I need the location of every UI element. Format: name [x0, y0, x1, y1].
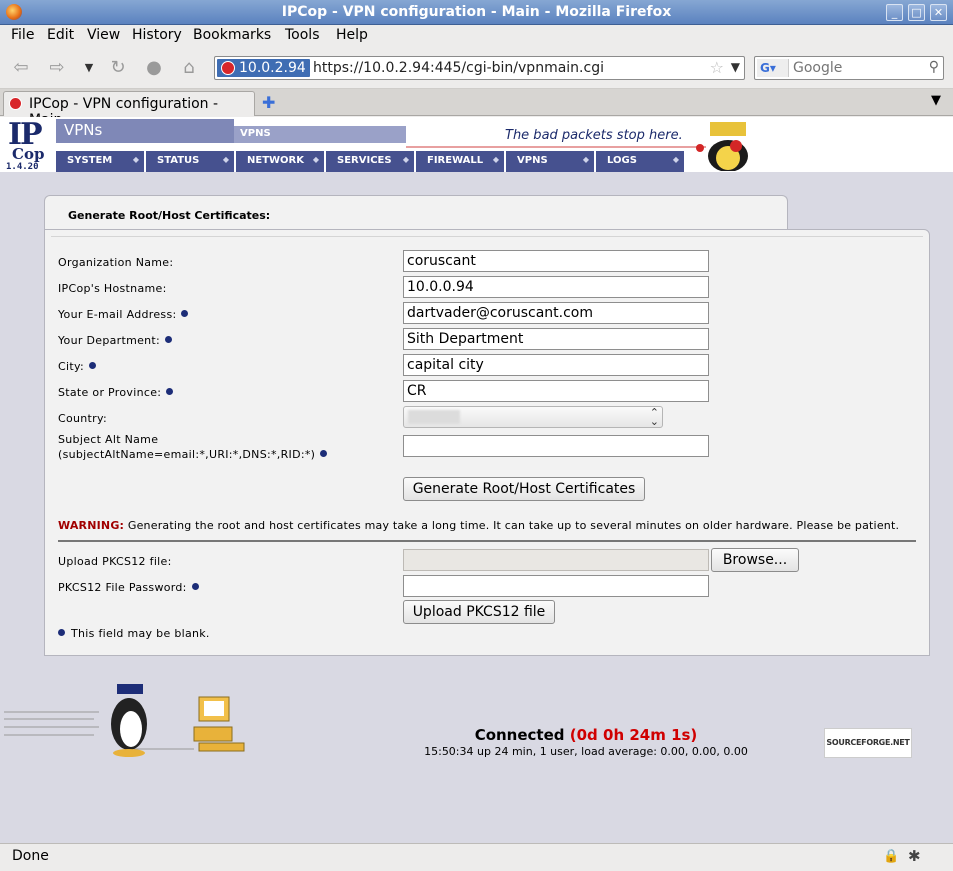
nav-network[interactable]: NETWORK ◆	[236, 151, 326, 172]
url-dropdown-icon[interactable]: ▼	[731, 60, 740, 74]
url-text[interactable]: https://10.0.2.94:445/cgi-bin/vpnmain.cg…	[313, 60, 604, 76]
legend: This field may be blank.	[58, 627, 210, 640]
nav-system[interactable]: SYSTEM ◆	[56, 151, 146, 172]
navigation-toolbar: ⇦ ⇨ ▼ ↻ ● ⌂ 10.0.2.94 https://10.0.2.94:…	[0, 47, 953, 89]
subtab-vpns[interactable]: VPNS	[234, 126, 406, 143]
menu-tools[interactable]: Tools	[285, 27, 320, 43]
new-tab-icon[interactable]: ✚	[262, 93, 275, 112]
menu-bar: File Edit View History Bookmarks Tools H…	[0, 25, 953, 47]
page-content: IP Cop 1.4.20 VPNs VPNS The bad packets …	[0, 117, 953, 843]
menu-file[interactable]: File	[11, 27, 34, 43]
lock-icon[interactable]: 🔒	[883, 849, 899, 864]
generate-certificates-button[interactable]: Generate Root/Host Certificates	[403, 477, 645, 501]
state-input[interactable]	[403, 380, 709, 402]
laser-decoration	[406, 146, 706, 148]
warning-label: WARNING:	[58, 519, 125, 532]
tab-favicon-icon	[9, 97, 22, 110]
search-input[interactable]	[793, 59, 923, 77]
nav-services[interactable]: SERVICES ◆	[326, 151, 416, 172]
city-label: City:	[58, 360, 96, 373]
optional-dot-icon	[166, 388, 174, 395]
optional-dot-icon	[191, 583, 199, 590]
browse-button[interactable]: Browse...	[711, 548, 799, 572]
upload-pkcs12-button[interactable]: Upload PKCS12 file	[403, 600, 555, 624]
url-bar[interactable]: 10.0.2.94 https://10.0.2.94:445/cgi-bin/…	[214, 56, 745, 80]
city-input[interactable]	[403, 354, 709, 376]
password-label: PKCS12 File Password:	[58, 581, 199, 594]
ipcop-banner: IP Cop 1.4.20 VPNs VPNS The bad packets …	[0, 117, 953, 172]
connection-time: (0d 0h 24m 1s)	[569, 726, 698, 744]
reload-icon[interactable]: ↻	[107, 57, 129, 79]
email-label: Your E-mail Address:	[58, 308, 189, 321]
uptime-text: 15:50:34 up 24 min, 1 user, load average…	[424, 745, 748, 758]
search-icon[interactable]: ⚲	[929, 59, 939, 75]
site-identity[interactable]: 10.0.2.94	[217, 59, 310, 77]
nav-status[interactable]: STATUS ◆	[146, 151, 236, 172]
connection-status: Connected (0d 0h 24m 1s)	[474, 726, 698, 744]
forward-arrow-icon[interactable]: ⇨	[46, 57, 68, 79]
pkcs12-password-input[interactable]	[403, 575, 709, 597]
optional-dot-icon	[181, 310, 189, 317]
history-dropdown-icon[interactable]: ▼	[78, 57, 100, 79]
san-input[interactable]	[403, 435, 709, 457]
status-bar: Done 🔒 ✱	[0, 843, 953, 871]
window-titlebar: IPCop - VPN configuration - Main - Mozil…	[0, 0, 953, 25]
window-title: IPCop - VPN configuration - Main - Mozil…	[281, 4, 672, 20]
tab-bar: IPCop - VPN configuration - Main ✚ ▼	[0, 89, 953, 128]
select-chevron-icon: ⌃ ⌄	[649, 406, 659, 428]
email-input[interactable]	[403, 302, 709, 324]
panel-header: Generate Root/Host Certificates:	[44, 195, 788, 233]
nav-vpns[interactable]: VPNS ◆	[506, 151, 596, 172]
optional-dot-icon	[88, 362, 96, 369]
optional-dot-icon	[165, 336, 173, 343]
warning-message: WARNING: Generating the root and host ce…	[58, 519, 900, 532]
optional-dot-icon	[58, 629, 65, 636]
hostname-label: IPCop's Hostname:	[58, 282, 167, 295]
search-box[interactable]: G▾ ⚲	[754, 56, 944, 80]
divider	[58, 540, 916, 542]
nav-logs[interactable]: LOGS ◆	[596, 151, 686, 172]
tab-list-icon[interactable]: ▼	[931, 93, 941, 108]
org-name-label: Organization Name:	[58, 256, 174, 269]
pkcs12-file-input[interactable]	[403, 549, 709, 571]
bug-icon[interactable]: ✱	[908, 847, 921, 865]
mascot-icon	[696, 122, 748, 171]
maximize-icon[interactable]: □	[908, 4, 925, 21]
status-text: Done	[12, 848, 49, 864]
sourceforge-link[interactable]: SOURCEFORGE.NET	[824, 728, 912, 758]
menu-edit[interactable]: Edit	[47, 27, 74, 43]
menu-bookmarks[interactable]: Bookmarks	[193, 27, 271, 43]
site-identity-icon	[221, 61, 235, 75]
upload-label: Upload PKCS12 file:	[58, 555, 172, 568]
section-title: VPNs	[56, 119, 234, 143]
version-label: 1.4.20	[6, 162, 39, 172]
san-label: Subject Alt Name	[58, 433, 159, 446]
minimize-icon[interactable]: _	[886, 4, 903, 21]
state-label: State or Province:	[58, 386, 174, 399]
tagline: The bad packets stop here.	[505, 128, 683, 143]
optional-dot-icon	[320, 450, 328, 457]
menu-history[interactable]: History	[132, 27, 182, 43]
back-arrow-icon[interactable]: ⇦	[10, 57, 32, 79]
panel-title: Generate Root/Host Certificates:	[68, 209, 271, 222]
close-icon[interactable]: ✕	[930, 4, 947, 21]
san-hint-label: (subjectAltName=email:*,URI:*,DNS:*,RID:…	[58, 448, 328, 461]
department-input[interactable]	[403, 328, 709, 350]
menu-view[interactable]: View	[87, 27, 120, 43]
stop-icon[interactable]: ●	[143, 57, 165, 79]
org-name-input[interactable]	[403, 250, 709, 272]
nav-firewall[interactable]: FIREWALL ◆	[416, 151, 506, 172]
bookmark-star-icon[interactable]: ☆	[710, 58, 724, 77]
home-icon[interactable]: ⌂	[178, 57, 200, 79]
country-select[interactable]: ⌃ ⌄	[403, 406, 663, 428]
hostname-input[interactable]	[403, 276, 709, 298]
department-label: Your Department:	[58, 334, 173, 347]
country-label: Country:	[58, 412, 108, 425]
menu-help[interactable]: Help	[336, 27, 368, 43]
country-value-blurred	[408, 410, 460, 424]
search-engine-icon[interactable]: G▾	[757, 59, 789, 77]
browser-tab[interactable]: IPCop - VPN configuration - Main	[3, 91, 255, 128]
